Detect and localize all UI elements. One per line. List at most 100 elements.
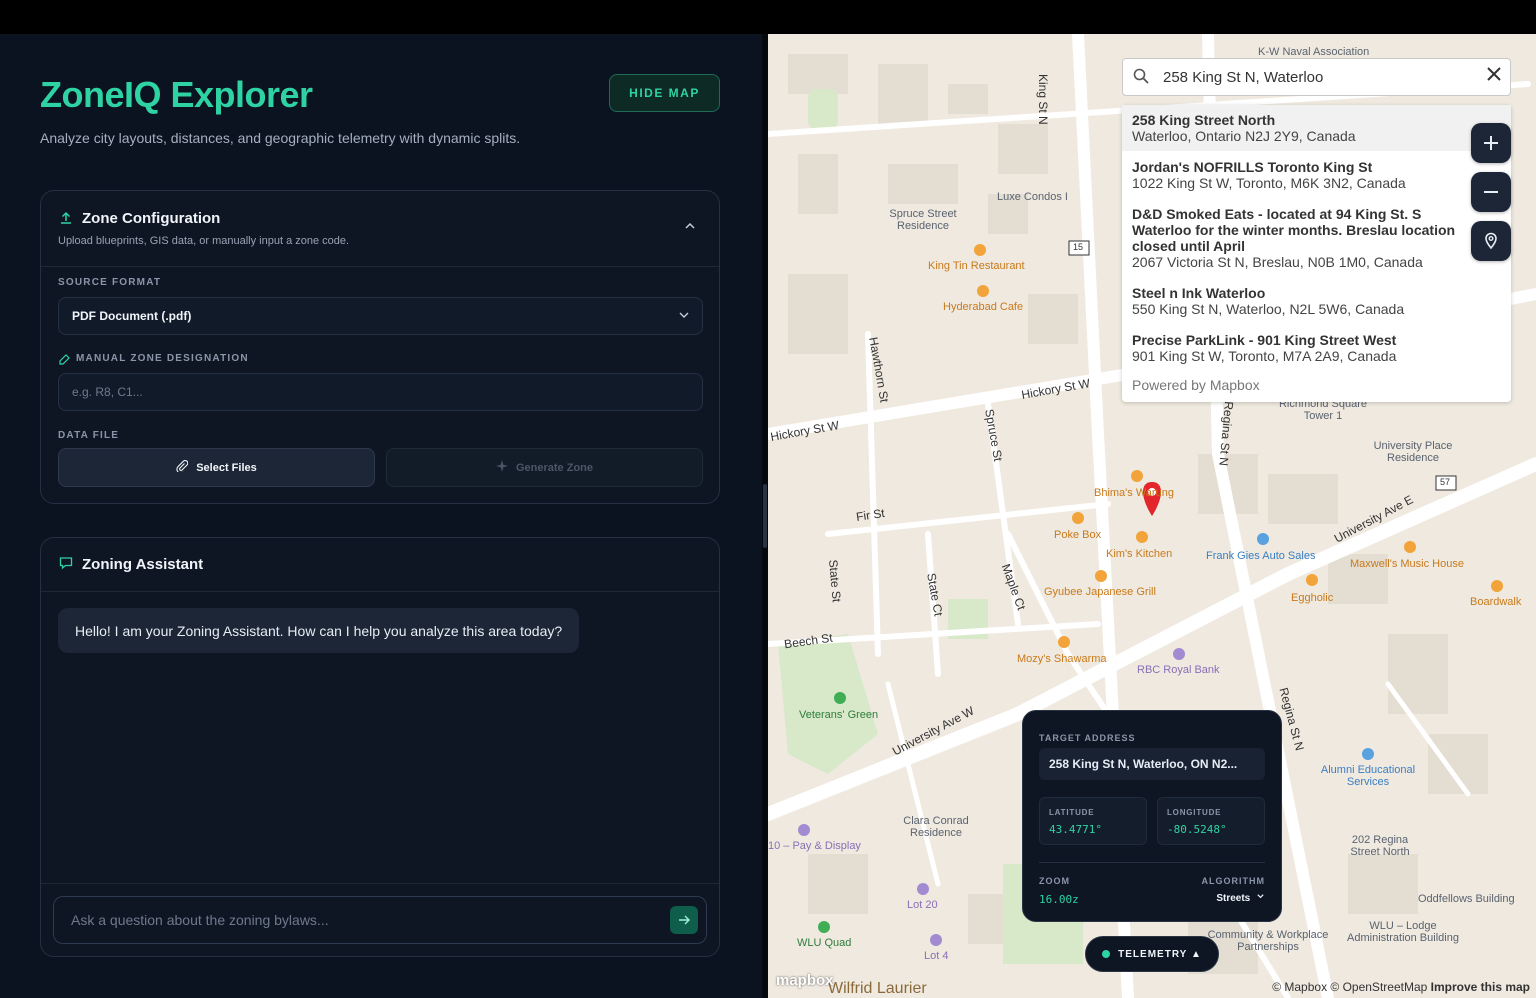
improve-map-link[interactable]: Improve this map: [1431, 980, 1530, 994]
latitude-label: LATITUDE: [1049, 808, 1095, 817]
route-shield: 15: [1073, 242, 1084, 252]
algorithm-select[interactable]: Streets: [1216, 892, 1265, 904]
select-files-button[interactable]: Select Files: [58, 448, 375, 487]
hide-map-button[interactable]: HIDE MAP: [609, 74, 720, 112]
map-label: Boardwalk: [1470, 596, 1522, 608]
search-result-title: Precise ParkLink - 901 King Street West: [1132, 332, 1397, 348]
source-format-value: PDF Document (.pdf): [72, 309, 192, 323]
zone-configuration-description: Upload blueprints, GIS data, or manually…: [58, 235, 350, 247]
left-panel: ZoneIQ Explorer Analyze city layouts, di…: [0, 34, 762, 998]
search-results-list: 258 King Street North Waterloo, Ontario …: [1122, 105, 1511, 402]
select-files-label: Select Files: [196, 461, 257, 474]
manual-zone-label: MANUAL ZONE DESIGNATION: [76, 353, 249, 364]
target-address-value: 258 King St N, Waterloo, ON N2...: [1039, 748, 1265, 780]
search-result[interactable]: 258 King Street North Waterloo, Ontario …: [1122, 105, 1511, 151]
plus-icon: [1484, 136, 1498, 150]
map-label: Community & Workplace Partnerships: [1207, 929, 1329, 953]
route-shield: 57: [1440, 477, 1451, 487]
telemetry-panel: TARGET ADDRESS 258 King St N, Waterloo, …: [1022, 710, 1282, 922]
map-search-value: 258 King St N, Waterloo: [1163, 68, 1324, 86]
target-address-label: TARGET ADDRESS: [1039, 733, 1136, 743]
map-label: Eggholic: [1291, 592, 1334, 604]
status-dot-icon: [1102, 950, 1111, 958]
telemetry-toggle-button[interactable]: TELEMETRY ▲: [1085, 936, 1219, 972]
latitude-box: LATITUDE 43.4771°: [1039, 797, 1147, 845]
zoom-out-button[interactable]: [1471, 172, 1511, 212]
chat-input-placeholder: Ask a question about the zoning bylaws..…: [71, 912, 329, 928]
longitude-value: -80.5248°: [1167, 823, 1227, 836]
search-result-title: 258 King Street North: [1132, 112, 1276, 128]
map-label: King Tin Restaurant: [928, 260, 1025, 272]
map-label: Oddfellows Building: [1418, 893, 1515, 905]
app-title: ZoneIQ Explorer: [40, 74, 313, 115]
search-result[interactable]: Precise ParkLink - 901 King Street West …: [1122, 332, 1511, 364]
zoom-in-button[interactable]: [1471, 123, 1511, 163]
app-subtitle: Analyze city layouts, distances, and geo…: [40, 130, 521, 146]
search-result-title: Jordan's NOFRILLS Toronto King St: [1132, 159, 1373, 175]
locate-button[interactable]: [1471, 221, 1511, 261]
powered-by-mapbox[interactable]: Powered by Mapbox: [1132, 377, 1260, 393]
search-result-title: D&D Smoked Eats - located at 94 King St.…: [1132, 206, 1456, 254]
send-button[interactable]: [670, 906, 698, 934]
location-pin-icon: [1485, 232, 1497, 250]
assistant-message: Hello! I am your Zoning Assistant. How c…: [58, 608, 580, 653]
map-label: Bhima's Warung: [1094, 487, 1174, 499]
zoning-assistant-header: Zoning Assistant: [41, 538, 719, 592]
edit-icon: [59, 352, 70, 370]
close-icon[interactable]: [1486, 66, 1502, 88]
map-label: Poke Box: [1054, 529, 1102, 541]
map-label: King St N: [1036, 74, 1050, 125]
generate-zone-button[interactable]: Generate Zone: [386, 448, 703, 487]
map-search-input[interactable]: 258 King St N, Waterloo: [1122, 58, 1511, 96]
latitude-value: 43.4771°: [1049, 823, 1102, 836]
chevron-down-icon: [678, 309, 690, 324]
source-format-select[interactable]: PDF Document (.pdf): [58, 297, 703, 335]
search-result-title: Steel n Ink Waterloo: [1132, 285, 1266, 301]
chat-icon: [59, 556, 73, 573]
map-label: Luxe Condos I: [997, 191, 1068, 203]
search-icon: [1133, 68, 1149, 89]
longitude-label: LONGITUDE: [1167, 808, 1222, 817]
algorithm-value: Streets: [1216, 893, 1251, 904]
map-label: Clara Conrad Residence: [903, 815, 969, 839]
map-label: K-W Naval Association: [1258, 46, 1370, 58]
attribution-text[interactable]: © Mapbox © OpenStreetMap: [1272, 980, 1427, 994]
chevron-down-icon: [1257, 894, 1264, 899]
mapbox-logo[interactable]: mapbox: [776, 972, 834, 989]
search-result-address: 550 King St N, Waterloo, N2L 5W6, Canada: [1132, 301, 1405, 317]
split-handle[interactable]: [763, 484, 767, 548]
search-result-address: 901 King St W, Toronto, M7A 2A9, Canada: [1132, 348, 1397, 364]
map-label: Mozy's Shawarma: [1017, 653, 1107, 665]
search-result-address: 2067 Victoria St N, Breslau, N0B 1M0, Ca…: [1132, 254, 1423, 270]
zone-configuration-header[interactable]: Zone Configuration Upload blueprints, GI…: [41, 191, 719, 267]
map-label: 202 Regina Street North: [1350, 834, 1410, 858]
map-label: WLU Quad: [797, 937, 852, 949]
data-file-label: DATA FILE: [58, 430, 120, 441]
search-result-address: 1022 King St W, Toronto, M6K 3N2, Canada: [1132, 175, 1406, 191]
manual-zone-input[interactable]: e.g. R8, C1...: [58, 373, 703, 411]
algorithm-label: ALGORITHM: [1201, 876, 1265, 886]
zoom-label: ZOOM: [1039, 876, 1070, 886]
telemetry-divider: [1039, 862, 1265, 863]
upload-icon: [59, 211, 73, 225]
top-bar: [0, 0, 1536, 34]
map-label: Lot 4: [924, 950, 949, 962]
search-result[interactable]: D&D Smoked Eats - located at 94 King St.…: [1122, 206, 1472, 270]
chat-input[interactable]: Ask a question about the zoning bylaws..…: [53, 896, 707, 944]
minus-icon: [1484, 191, 1498, 193]
search-result[interactable]: Jordan's NOFRILLS Toronto King St 1022 K…: [1122, 159, 1511, 191]
chat-divider: [41, 883, 719, 884]
zoom-value: 16.00z: [1039, 893, 1079, 906]
generate-zone-label: Generate Zone: [515, 461, 594, 474]
map-label: Gyubee Japanese Grill: [1044, 586, 1156, 598]
map-view[interactable]: K-W Naval Association King St N Spruce S…: [768, 34, 1536, 998]
search-result[interactable]: Steel n Ink Waterloo 550 King St N, Wate…: [1122, 285, 1511, 317]
sparkle-icon: [495, 460, 508, 475]
chevron-up-icon[interactable]: [683, 219, 697, 233]
paperclip-icon: [176, 460, 189, 475]
zone-configuration-card: Zone Configuration Upload blueprints, GI…: [40, 190, 720, 504]
zoning-assistant-card: Zoning Assistant Hello! I am your Zoning…: [40, 537, 720, 957]
source-format-label: SOURCE FORMAT: [58, 277, 162, 288]
map-label: RBC Royal Bank: [1137, 664, 1220, 676]
longitude-box: LONGITUDE -80.5248°: [1157, 797, 1265, 845]
